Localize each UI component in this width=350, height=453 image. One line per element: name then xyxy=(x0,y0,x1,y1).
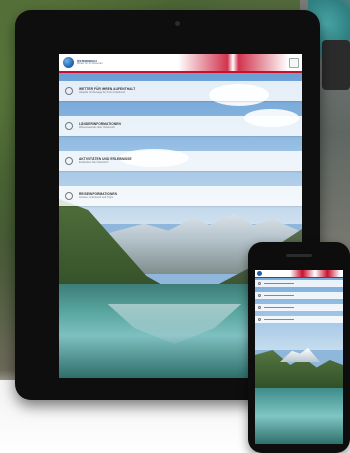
logo-text: ÖSTERREICH Wetter für Ihr Reiseziel xyxy=(77,59,103,66)
phone-flag-stripe xyxy=(290,270,340,277)
flag-stripe xyxy=(178,54,288,71)
phone-menu-item[interactable] xyxy=(255,316,343,323)
menu-item-desc: Wissenswertes über Österreich xyxy=(79,126,116,130)
phone-speaker xyxy=(286,254,312,257)
phone-menu-label xyxy=(264,282,294,285)
phone-screen xyxy=(255,270,343,444)
hiker-backpack xyxy=(322,40,350,90)
phone-menu-label xyxy=(264,294,294,297)
menu-item-desc: Aktuelle Vorhersage für Ihren Urlaubsort xyxy=(79,91,126,95)
mountain-icon xyxy=(258,306,261,309)
menu-item-desc: Entdecken Sie Österreich xyxy=(79,161,109,165)
menu-icon[interactable] xyxy=(289,58,299,68)
mountain-icon xyxy=(65,157,73,165)
app-header: ÖSTERREICH Wetter für Ihr Reiseziel xyxy=(59,54,302,73)
menu-item-activities[interactable]: AKTIVITÄTEN UND ERLEBNISSE Entdecken Sie… xyxy=(59,151,302,171)
sun-icon xyxy=(65,87,73,95)
phone-menu-label xyxy=(264,306,294,309)
menu-item-country-info[interactable]: LÄNDERINFORMATIONEN Wissenswertes über Ö… xyxy=(59,116,302,136)
phone-lake xyxy=(255,388,343,444)
logo-subtitle: Wetter für Ihr Reiseziel xyxy=(77,61,103,65)
phone-snow-peak xyxy=(280,348,320,362)
phone-menu-list xyxy=(255,280,343,328)
phone-menu-item[interactable] xyxy=(255,280,343,287)
logo-globe-icon[interactable] xyxy=(63,57,74,68)
tablet-camera xyxy=(175,21,180,26)
info-icon xyxy=(65,192,73,200)
sun-icon xyxy=(258,282,261,285)
info-icon xyxy=(258,318,261,321)
phone-app-header xyxy=(255,270,343,278)
phone-menu-item[interactable] xyxy=(255,292,343,299)
phone-logo-globe-icon[interactable] xyxy=(257,271,262,276)
phone-menu-item[interactable] xyxy=(255,304,343,311)
menu-item-desc: Anreise, Unterkunft und Tipps xyxy=(79,196,114,200)
menu-item-weather[interactable]: WETTER FÜR IHREN AUFENTHALT Aktuelle Vor… xyxy=(59,81,302,101)
menu-list: WETTER FÜR IHREN AUFENTHALT Aktuelle Vor… xyxy=(59,81,302,221)
phone-device xyxy=(248,242,350,453)
phone-menu-label xyxy=(264,318,294,321)
menu-item-travel-info[interactable]: REISEINFORMATIONEN Anreise, Unterkunft u… xyxy=(59,186,302,206)
globe-icon xyxy=(258,294,261,297)
globe-icon xyxy=(65,122,73,130)
